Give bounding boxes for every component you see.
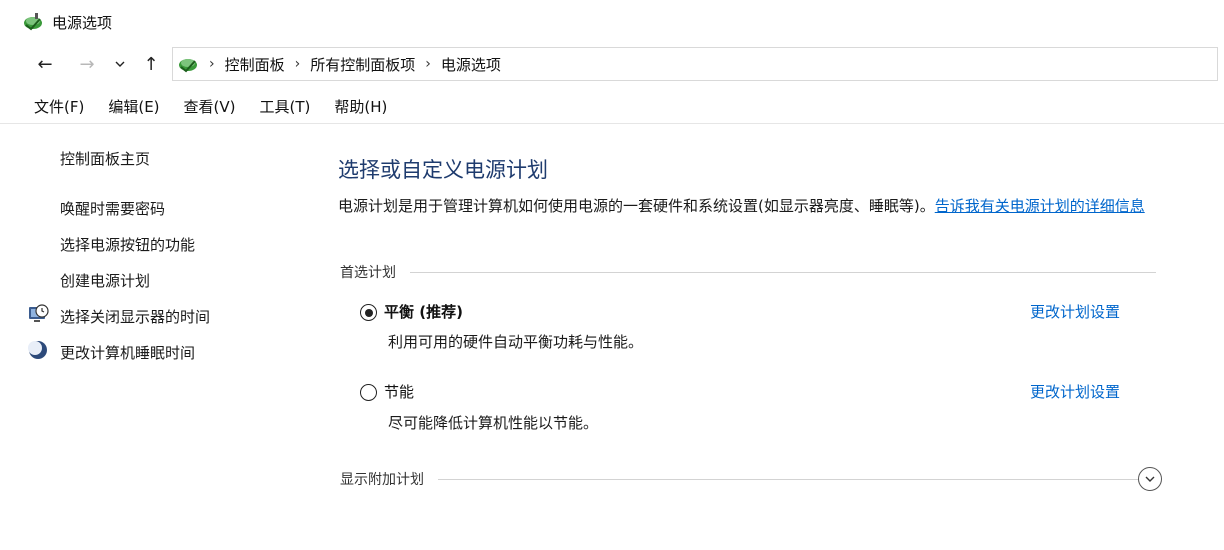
recent-locations-button[interactable] bbox=[110, 49, 130, 79]
preferred-plans-header: 首选计划 bbox=[340, 262, 1156, 282]
radio-selected-dot bbox=[364, 308, 373, 317]
plan-power-saver-name[interactable]: 节能 bbox=[384, 381, 414, 402]
additional-plans-header: 显示附加计划 bbox=[340, 469, 1140, 489]
sidebar: 控制面板主页 唤醒时需要密码 选择电源按钮的功能 创建电源计划 选择关闭显示器的… bbox=[0, 124, 320, 550]
sidebar-power-button-function[interactable]: 选择电源按钮的功能 bbox=[60, 234, 195, 255]
sidebar-require-password[interactable]: 唤醒时需要密码 bbox=[60, 198, 165, 219]
breadcrumb-all-items[interactable]: 所有控制面板项 bbox=[310, 54, 415, 75]
chevron-down-icon bbox=[1145, 475, 1155, 483]
plan-power-saver-radio[interactable] bbox=[360, 384, 377, 401]
menu-help[interactable]: 帮助(H) bbox=[334, 96, 387, 117]
page-title: 选择或自定义电源计划 bbox=[338, 158, 548, 182]
additional-plans-label: 显示附加计划 bbox=[340, 472, 424, 488]
control-panel-icon bbox=[177, 53, 199, 75]
title-bar: 电源选项 bbox=[0, 0, 1224, 44]
description-text: 电源计划是用于管理计算机如何使用电源的一套硬件和系统设置(如显示器亮度、睡眠等)… bbox=[338, 197, 935, 215]
back-button[interactable]: ← bbox=[30, 49, 60, 79]
sidebar-control-panel-home[interactable]: 控制面板主页 bbox=[60, 148, 150, 169]
plan-power-saver-change-settings-link[interactable]: 更改计划设置 bbox=[1030, 381, 1120, 402]
moon-sleep-icon bbox=[27, 339, 49, 361]
menu-view[interactable]: 查看(V) bbox=[184, 96, 236, 117]
menu-file[interactable]: 文件(F) bbox=[34, 96, 84, 117]
plan-balanced-description: 利用可用的硬件自动平衡功耗与性能。 bbox=[388, 333, 644, 351]
learn-more-link[interactable]: 告诉我有关电源计划的详细信息 bbox=[935, 197, 1145, 215]
preferred-plans-label: 首选计划 bbox=[340, 265, 396, 281]
breadcrumb-separator[interactable]: › bbox=[209, 56, 215, 72]
main-content: 选择或自定义电源计划 电源计划是用于管理计算机如何使用电源的一套硬件和系统设置(… bbox=[336, 124, 1216, 550]
sidebar-sleep-time[interactable]: 更改计算机睡眠时间 bbox=[60, 342, 195, 363]
divider bbox=[438, 478, 1140, 480]
breadcrumb-separator[interactable]: › bbox=[425, 56, 431, 72]
menu-tools[interactable]: 工具(T) bbox=[260, 96, 311, 117]
power-options-icon bbox=[22, 11, 44, 33]
menu-edit[interactable]: 编辑(E) bbox=[108, 96, 159, 117]
display-clock-icon bbox=[27, 303, 49, 325]
plan-balanced-name[interactable]: 平衡 (推荐) bbox=[384, 301, 463, 322]
plan-balanced-radio[interactable] bbox=[360, 304, 377, 321]
sidebar-create-power-plan[interactable]: 创建电源计划 bbox=[60, 270, 150, 291]
address-bar[interactable]: › 控制面板 › 所有控制面板项 › 电源选项 bbox=[172, 47, 1218, 81]
menu-bar: 文件(F) 编辑(E) 查看(V) 工具(T) 帮助(H) bbox=[0, 90, 1224, 124]
chevron-down-icon bbox=[115, 60, 125, 68]
window-title: 电源选项 bbox=[52, 13, 113, 32]
expand-additional-plans-button[interactable] bbox=[1138, 467, 1162, 491]
plan-power-saver-description: 尽可能降低计算机性能以节能。 bbox=[388, 414, 599, 432]
plan-balanced-change-settings-link[interactable]: 更改计划设置 bbox=[1030, 301, 1120, 322]
breadcrumb-control-panel[interactable]: 控制面板 bbox=[225, 54, 285, 75]
navigation-bar: ← → ↑ › 控制面板 › 所有控制面板项 › 电源选项 bbox=[0, 44, 1224, 84]
page-description: 电源计划是用于管理计算机如何使用电源的一套硬件和系统设置(如显示器亮度、睡眠等)… bbox=[338, 194, 1168, 218]
breadcrumb-separator[interactable]: › bbox=[295, 56, 301, 72]
breadcrumb-power-options[interactable]: 电源选项 bbox=[441, 54, 501, 75]
sidebar-display-off-time[interactable]: 选择关闭显示器的时间 bbox=[60, 306, 210, 327]
forward-button[interactable]: → bbox=[72, 49, 102, 79]
divider bbox=[410, 271, 1156, 273]
up-button[interactable]: ↑ bbox=[136, 49, 166, 79]
